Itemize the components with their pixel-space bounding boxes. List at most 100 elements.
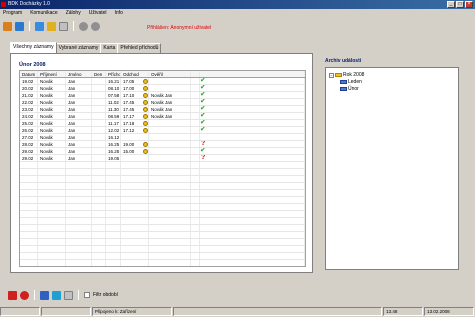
- table-cell: [92, 169, 106, 175]
- table-row[interactable]: 21.02 Novák Jan 07.58 17.10 Novák Jan ✔: [20, 92, 305, 99]
- table-cell: 26.02: [20, 127, 38, 133]
- records-panel: Únor 2008 Datum Příjmení Jméno Den Přích…: [10, 53, 313, 273]
- tree-node-month[interactable]: Únor: [340, 86, 359, 92]
- maximize-button[interactable]: □: [456, 1, 464, 8]
- table-cell: [191, 260, 200, 266]
- table-cell: [66, 232, 92, 238]
- table-cell: [121, 169, 149, 175]
- col-header[interactable]: [200, 71, 305, 77]
- toolbar-separator: [34, 290, 35, 300]
- col-header[interactable]: Příchod: [106, 71, 121, 77]
- table-cell: [106, 239, 121, 245]
- users-icon[interactable]: [15, 21, 24, 31]
- toolbar-separator: [73, 21, 74, 31]
- period-filter-checkbox[interactable]: [84, 292, 90, 298]
- table-row-empty: [20, 169, 305, 176]
- table-cell: [92, 211, 106, 217]
- table-cell: [92, 92, 106, 98]
- export-icon[interactable]: [59, 21, 68, 31]
- table-cell: Novák: [38, 141, 66, 147]
- settings-icon[interactable]: [79, 21, 88, 31]
- tree-node-year[interactable]: − Rok 2008: [329, 72, 364, 78]
- tab-selected-records[interactable]: Vybrané záznamy: [55, 43, 102, 53]
- table-cell: [191, 204, 200, 210]
- menu-uzivatel[interactable]: Uživatel: [89, 9, 107, 18]
- table-cell: [20, 204, 38, 210]
- table-cell: 08.10: [108, 85, 121, 91]
- table-cell: [200, 190, 305, 196]
- table-cell: 22.02: [20, 99, 38, 105]
- stop-icon[interactable]: [8, 290, 17, 300]
- copy-icon[interactable]: [47, 21, 56, 31]
- table-cell: Jan: [66, 155, 92, 161]
- table-cell: [106, 232, 121, 238]
- table-cell: [20, 176, 38, 182]
- table-cell: [200, 260, 305, 266]
- table-row[interactable]: 19.02 Novák Jan 16.21 17.05 ✔: [20, 78, 305, 85]
- add-icon[interactable]: [40, 290, 49, 300]
- table-row-empty: [20, 211, 305, 218]
- table-cell: [121, 183, 149, 189]
- table-cell: [66, 253, 92, 259]
- table-cell: [200, 162, 305, 168]
- table-row[interactable]: 20.02 Novák Jan 08.10 17.00 ✔: [20, 85, 305, 92]
- table-cell: [66, 225, 92, 231]
- menu-program[interactable]: Program: [3, 9, 22, 18]
- clock-icon: [143, 100, 148, 105]
- attendance-table[interactable]: Datum Příjmení Jméno Den Příchod Odchod …: [19, 70, 306, 267]
- tab-arrivals-overview[interactable]: Přehled příchodů: [117, 43, 162, 53]
- table-cell: [92, 204, 106, 210]
- col-header[interactable]: Odchod: [121, 71, 149, 77]
- table-cell: [200, 176, 305, 182]
- table-row[interactable]: 22.02 Novák Jan 11.02 17.45 Novák Jan ✔: [20, 99, 305, 106]
- clock-icon: [143, 79, 148, 84]
- table-row[interactable]: 23.02 Novák Jan 11.30 17.45 Novák Jan ✔: [20, 106, 305, 113]
- tree-node-month[interactable]: Leden: [340, 79, 362, 85]
- menu-komunikace[interactable]: Komunikace: [30, 9, 58, 18]
- table-cell: [20, 190, 38, 196]
- table-cell: [149, 148, 191, 154]
- table-cell: [121, 197, 149, 203]
- table-row[interactable]: 29.02 Novák Jan 16.25 15.00 ✔: [20, 148, 305, 155]
- table-cell: [92, 148, 106, 154]
- table-row[interactable]: 28.02 Novák Jan 16.25 19.00?: [20, 141, 305, 148]
- checkmark-icon: ✔: [200, 120, 206, 126]
- table-cell: [121, 211, 149, 217]
- user-icon[interactable]: [3, 21, 12, 31]
- col-header[interactable]: Jméno: [66, 71, 92, 77]
- table-cell: 17.05: [121, 78, 149, 84]
- menu-zalohy[interactable]: Zálohy: [66, 9, 81, 18]
- table-cell: [191, 239, 200, 245]
- table-cell: Jan: [66, 148, 92, 154]
- tab-all-records[interactable]: Všechny záznamy: [10, 42, 57, 53]
- minimize-button[interactable]: _: [447, 1, 455, 8]
- record-icon[interactable]: [20, 290, 29, 300]
- col-header[interactable]: [191, 71, 200, 77]
- power-icon[interactable]: [91, 21, 100, 31]
- checkmark-icon: ✔: [200, 106, 206, 112]
- table-row[interactable]: 29.02 Novák Jan 19.05?: [20, 155, 305, 162]
- table-row[interactable]: 26.02 Novák Jan 12.02 17.12 ✔: [20, 127, 305, 134]
- col-header[interactable]: Ověřil: [149, 71, 191, 77]
- table-cell: Jan: [66, 78, 92, 84]
- table-cell: [66, 260, 92, 266]
- tab-card[interactable]: Karta: [100, 43, 119, 53]
- table-cell: [149, 197, 191, 203]
- table-cell: [191, 169, 200, 175]
- table-cell: [191, 92, 200, 98]
- refresh-icon[interactable]: [52, 290, 61, 300]
- table-row[interactable]: 27.02 Novák Jan 16.12: [20, 134, 305, 141]
- table-cell: 17.45: [121, 99, 149, 105]
- print-icon[interactable]: [64, 290, 73, 300]
- edit-icon[interactable]: [35, 21, 44, 31]
- collapse-icon[interactable]: −: [329, 72, 334, 78]
- checkmark-icon: ✔: [200, 92, 206, 98]
- menu-info[interactable]: Info: [115, 9, 123, 18]
- col-header[interactable]: Příjmení: [38, 71, 66, 77]
- table-cell: Novák: [38, 106, 66, 112]
- table-row[interactable]: 25.02 Novák Jan 11.17 17.18 ✔: [20, 120, 305, 127]
- table-row[interactable]: 24.02 Novák Jan 08.59 17.17 Novák Jan ✔: [20, 113, 305, 120]
- col-header[interactable]: Datum: [20, 71, 38, 77]
- col-header[interactable]: Den: [92, 71, 106, 77]
- close-button[interactable]: ×: [465, 1, 473, 8]
